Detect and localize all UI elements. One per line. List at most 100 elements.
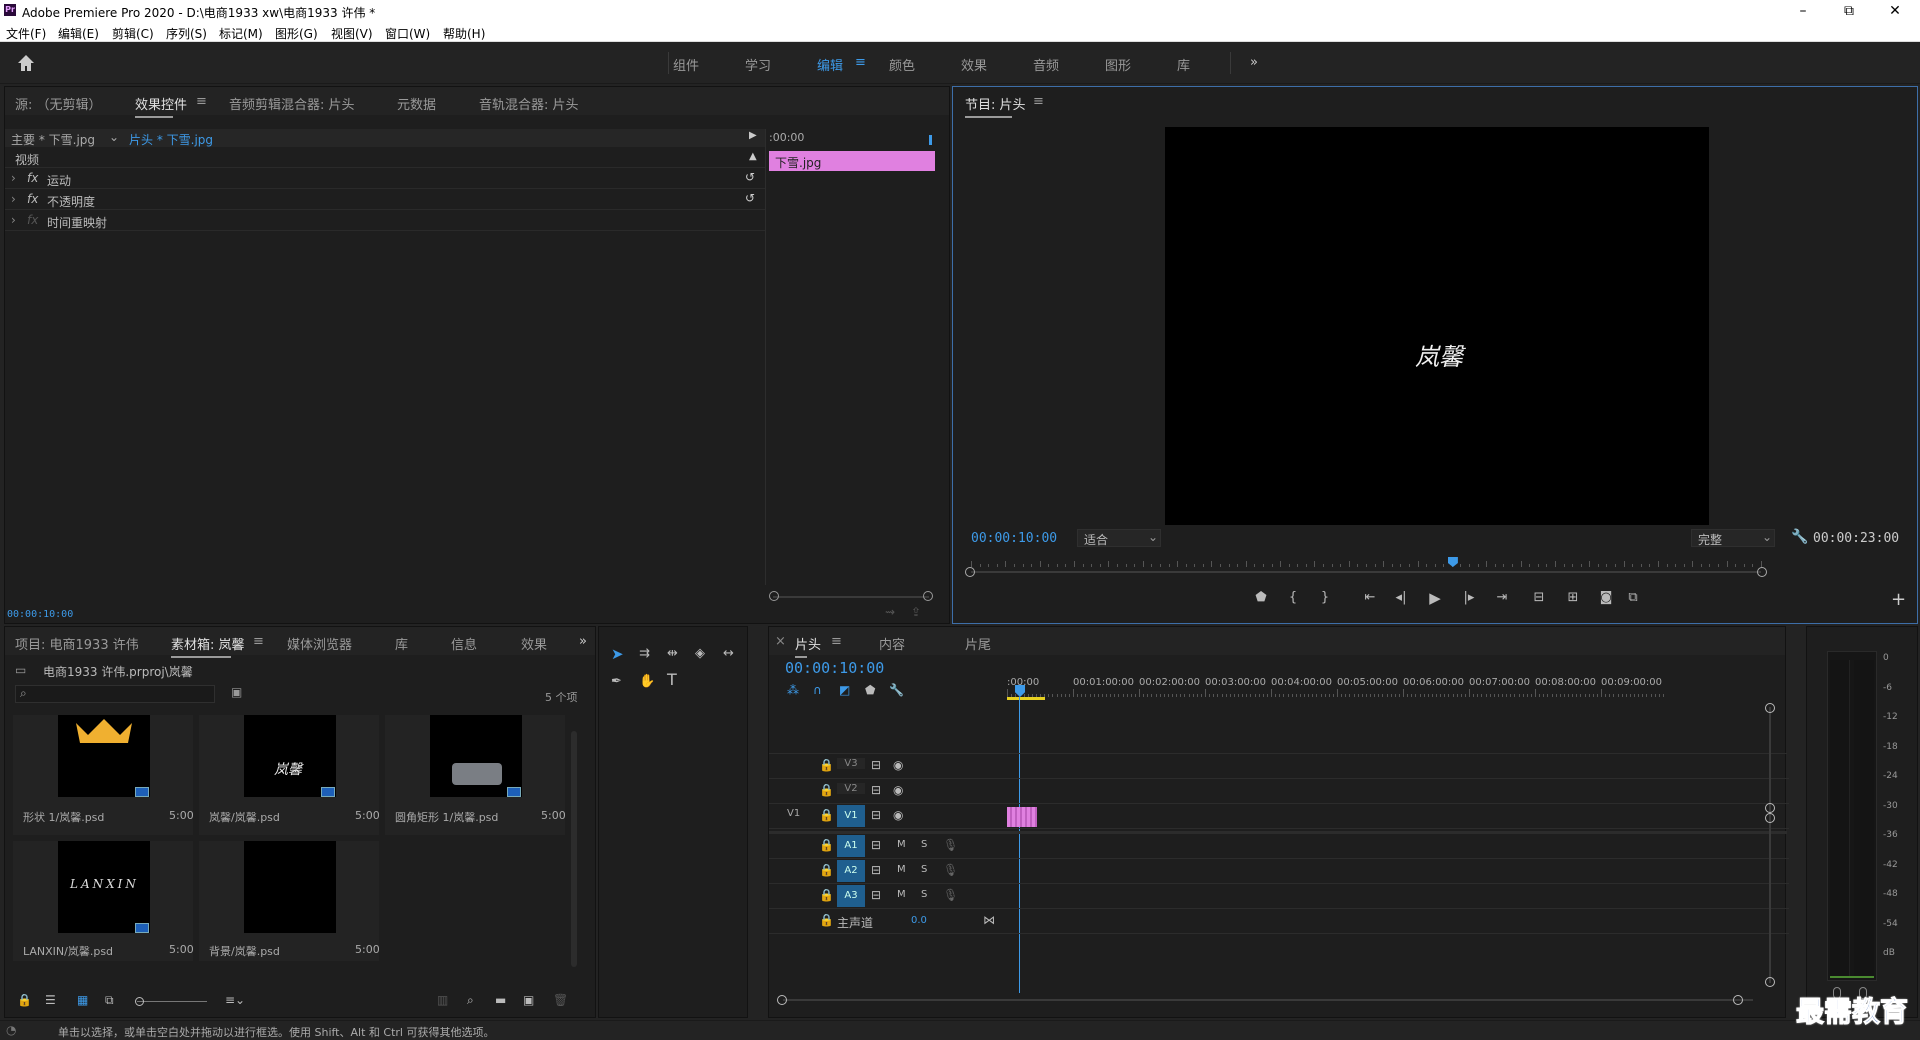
zoom-select[interactable]: 适合 ⌄ [1077,529,1161,547]
close-window-button[interactable]: ✕ [1872,0,1918,22]
mute-button[interactable]: M [897,864,906,875]
lift-icon[interactable]: ⊟ [1529,591,1549,605]
tab-audio-clip-mixer[interactable]: 音频剪辑混合器: 片头 [229,94,355,113]
sync-lock-icon[interactable]: ⊟ [871,758,881,772]
track-target[interactable]: A3 [837,885,865,907]
type-tool-icon[interactable]: T [667,672,677,688]
track-lock-icon[interactable]: 🔒 [819,888,834,902]
comparison-view-icon[interactable]: ⧉ [1623,591,1643,605]
sort-icon[interactable]: ≡⌄ [225,993,245,1007]
program-zoom-handle-left[interactable] [965,567,975,577]
ripple-edit-tool-icon[interactable]: ⇹ [667,647,678,661]
tab-audio-track-mixer[interactable]: 音轨混合器: 片头 [479,94,579,113]
menu-view[interactable]: 视图(V) [331,25,373,42]
program-monitor-title[interactable]: 节目: 片头 [965,94,1026,118]
bin-item[interactable]: 岚馨 岚馨/岚馨.psd 5:00 [199,715,380,835]
maximize-button[interactable]: ⧉ [1826,0,1872,22]
bin-item[interactable]: 圆角矩形 1/岚馨.psd 5:00 [385,715,566,835]
expand-right-icon[interactable]: ▶ [749,130,757,141]
track-lock-icon[interactable]: 🔒 [819,863,834,877]
hand-tool-icon[interactable]: ✋ [639,675,655,689]
microphone-icon[interactable]: 🎙 [943,838,958,852]
timeline-clip[interactable] [1007,807,1037,827]
vertical-scroll-handle-mid[interactable] [1765,803,1775,813]
bin-item[interactable]: 形状 1/岚馨.psd 5:00 [13,715,194,835]
master-bow-tie-icon[interactable]: ⋈ [983,913,995,927]
sync-lock-icon[interactable]: ⊟ [871,863,881,877]
audio-scroll-handle-top[interactable] [1765,813,1775,823]
menu-file[interactable]: 文件(F) [6,25,46,42]
razor-tool-icon[interactable]: ◈ [695,647,705,661]
add-marker-icon[interactable]: ⬟ [1253,591,1269,605]
thumbnail-size-slider[interactable] [137,1001,207,1002]
vertical-scroll-handle-top[interactable] [1765,703,1775,713]
timeline-timecode[interactable]: 00:00:10:00 [785,659,884,677]
workspace-menu-icon[interactable]: ≡ [855,55,866,70]
track-lock-icon[interactable]: 🔒 [819,808,834,822]
tab-sequence-outro[interactable]: 片尾 [965,634,991,653]
filter-clip-icon[interactable]: ⇝ [885,605,895,619]
sync-lock-icon[interactable]: ⊟ [871,838,881,852]
track-lock-icon[interactable]: 🔒 [819,783,834,797]
snap-icon[interactable]: ∩ [813,683,822,697]
program-time-ruler[interactable] [971,557,1762,567]
workspace-color[interactable]: 颜色 [889,55,915,74]
workspace-effects[interactable]: 效果 [961,55,987,74]
play-icon[interactable]: ▶ [1427,591,1443,606]
sequence-clip-label[interactable]: 片头 * 下雪.jpg [129,131,213,148]
slip-tool-icon[interactable]: ↔ [723,647,734,661]
effect-row-motion[interactable]: › fx 运动 ↺ [5,169,765,189]
track-target[interactable]: V2 [837,783,865,794]
mini-zoom-handle-right[interactable] [923,591,933,601]
track-lock-icon[interactable]: 🔒 [819,838,834,852]
track-lock-icon[interactable]: 🔒 [819,913,834,927]
linked-selection-icon[interactable]: ◩ [839,683,850,697]
mute-button[interactable]: M [897,889,906,900]
vertical-scroll-handle-bottom[interactable] [1765,977,1775,987]
sync-lock-icon[interactable]: ⊟ [871,783,881,797]
tab-bin[interactable]: 素材箱: 岚馨 [171,634,245,658]
horizontal-scroll-handle-left[interactable] [777,995,787,1005]
effect-row-opacity[interactable]: › fx 不透明度 ↺ [5,190,765,210]
expand-chevron-icon[interactable]: › [11,192,16,206]
minimize-button[interactable]: – [1780,0,1826,22]
mini-zoom-handle-left[interactable] [769,591,779,601]
workspace-graphics[interactable]: 图形 [1105,55,1131,74]
microphone-icon[interactable]: 🎙 [943,863,958,877]
timeline-menu-icon[interactable]: ≡ [831,634,842,649]
program-current-time[interactable]: 00:00:10:00 [971,531,1057,546]
reset-effect-icon[interactable]: ↺ [745,170,755,184]
tab-effects[interactable]: 效果 [521,634,547,653]
tab-media-browser[interactable]: 媒体浏览器 [287,634,352,653]
tab-libraries[interactable]: 库 [395,634,408,653]
step-forward-icon[interactable]: |▸ [1461,591,1477,605]
mini-zoom-scrollbar[interactable] [773,596,929,598]
icon-view-icon[interactable]: ▦ [77,993,88,1007]
mark-out-icon[interactable]: } [1317,591,1333,605]
workspace-learning[interactable]: 学习 [745,55,771,74]
sync-lock-icon[interactable]: ⊟ [871,808,881,822]
solo-button[interactable]: S [921,889,927,900]
extract-icon[interactable]: ⊞ [1563,591,1583,605]
menu-marker[interactable]: 标记(M) [219,25,263,42]
freeform-view-icon[interactable]: ⧉ [105,993,114,1008]
tab-sequence-content[interactable]: 内容 [879,634,905,653]
expand-chevron-icon[interactable]: › [11,171,16,185]
automate-to-sequence-icon[interactable]: ▥ [437,993,448,1007]
eye-icon[interactable]: ◉ [893,758,903,772]
track-target[interactable]: A2 [837,860,865,882]
workspace-overflow-button[interactable]: » [1250,55,1258,70]
reset-effect-icon[interactable]: ↺ [745,191,755,205]
tab-sequence-intro[interactable]: 片头 [795,634,821,658]
work-area-bar[interactable] [1007,697,1045,700]
tab-source[interactable]: 源: （无剪辑） [15,94,102,113]
new-bin-icon[interactable]: ▬ [495,993,506,1007]
mini-playhead[interactable] [929,135,932,145]
workspace-editing[interactable]: 编辑 [817,55,843,74]
thumbnail-size-handle[interactable] [135,997,144,1006]
sync-lock-icon[interactable]: ⊟ [871,888,881,902]
list-view-icon[interactable]: ☰ [45,993,56,1007]
bin-item[interactable]: LANXIN LANXIN/岚馨.psd 5:00 [13,841,194,961]
program-video-frame[interactable]: 岚馨 [1165,127,1709,525]
track-target[interactable]: V1 [837,805,865,827]
